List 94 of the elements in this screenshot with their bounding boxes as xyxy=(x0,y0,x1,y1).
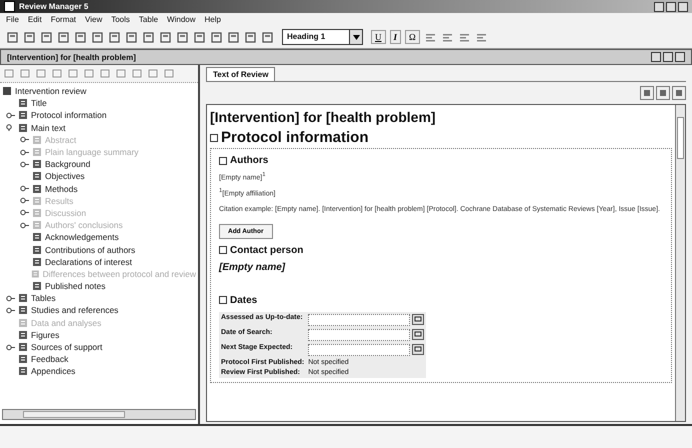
tree-item[interactable]: Sources of support xyxy=(31,342,102,352)
menu-item[interactable]: Window xyxy=(167,15,196,24)
document-icon xyxy=(18,318,28,328)
horizontal-scrollbar[interactable] xyxy=(2,409,196,420)
tool-icon[interactable] xyxy=(35,68,47,79)
tree-item[interactable]: Figures xyxy=(31,330,60,340)
section-heading: Protocol information xyxy=(221,129,368,146)
date-field[interactable] xyxy=(308,344,410,356)
document-icon xyxy=(32,147,42,158)
tree-item[interactable]: Methods xyxy=(45,184,78,194)
tree-item[interactable]: Declarations of interest xyxy=(45,256,132,267)
tree-item[interactable]: Published notes xyxy=(45,281,106,292)
tree-item[interactable]: Objectives xyxy=(45,171,85,182)
document-icon xyxy=(32,220,42,230)
expand-handle[interactable] xyxy=(6,294,15,302)
collapse-icon[interactable] xyxy=(210,134,218,142)
caret-icon xyxy=(352,34,360,40)
menu-item[interactable]: Table xyxy=(138,15,158,24)
document-icon xyxy=(32,134,42,145)
expand-handle[interactable] xyxy=(6,306,15,314)
window-controls-icon[interactable] xyxy=(651,52,685,62)
subsection-heading: Authors xyxy=(230,155,268,166)
document-title: [Intervention] for [health problem] xyxy=(7,52,136,62)
tool-icon[interactable] xyxy=(51,68,63,79)
menu-item[interactable]: Edit xyxy=(28,15,42,24)
calendar-icon[interactable] xyxy=(412,329,424,340)
format-button[interactable]: I xyxy=(390,30,402,44)
document-icon xyxy=(32,171,42,182)
document-icon xyxy=(32,208,42,218)
expand-handle[interactable] xyxy=(6,112,15,119)
window-title: Review Manager 5 xyxy=(19,2,88,11)
menu-item[interactable]: Format xyxy=(50,15,76,24)
document-icon xyxy=(32,159,42,170)
calendar-icon[interactable] xyxy=(412,344,424,356)
tree-item[interactable]: Tables xyxy=(31,293,56,304)
document-icon xyxy=(18,330,28,340)
format-button[interactable]: U xyxy=(371,30,386,44)
subsection-heading: Dates xyxy=(230,294,258,306)
tool-icon[interactable] xyxy=(115,68,127,79)
calendar-icon[interactable] xyxy=(412,314,424,326)
tool-icon[interactable] xyxy=(131,68,143,79)
document-icon xyxy=(18,354,28,364)
document-icon xyxy=(18,305,28,316)
tool-icon[interactable] xyxy=(99,68,111,79)
document-icon xyxy=(32,232,42,242)
subsection-heading: Contact person xyxy=(230,244,304,256)
review-title: [Intervention] for [health problem] xyxy=(210,109,437,125)
date-field[interactable] xyxy=(308,328,410,341)
document-icon xyxy=(18,293,28,304)
menu-item[interactable]: Tools xyxy=(111,15,130,24)
menu-item[interactable]: View xyxy=(85,15,102,24)
tree-item[interactable]: Acknowledgements xyxy=(45,232,119,242)
tree-item[interactable]: Appendices xyxy=(31,366,76,376)
tree-item[interactable]: Studies and references xyxy=(31,305,118,316)
collapse-icon[interactable] xyxy=(219,296,227,304)
document-icon xyxy=(32,281,42,292)
tool-icon[interactable] xyxy=(147,68,159,79)
menu-item[interactable]: File xyxy=(6,15,19,24)
tree-item[interactable]: Intervention review xyxy=(15,86,86,96)
document-icon xyxy=(18,110,28,120)
tab[interactable]: Text of Review xyxy=(206,67,276,81)
document-icon xyxy=(32,256,42,267)
tree-item[interactable]: Main text xyxy=(31,122,66,133)
document-icon xyxy=(18,342,28,352)
expand-handle[interactable] xyxy=(20,160,29,168)
tree-item[interactable]: Protocol information xyxy=(31,110,107,120)
collapse-icon[interactable] xyxy=(219,246,227,254)
collapse-icon[interactable] xyxy=(219,156,227,164)
document-icon xyxy=(32,244,42,255)
document-icon xyxy=(18,98,28,108)
style-dropdown[interactable]: Heading 1 xyxy=(282,29,363,45)
format-button[interactable]: Ω xyxy=(405,30,420,44)
expand-handle[interactable] xyxy=(20,185,29,192)
tree-item[interactable]: Contributions of authors xyxy=(45,244,136,255)
tool-icon[interactable] xyxy=(163,68,175,79)
date-field[interactable] xyxy=(308,314,410,326)
tree-item[interactable]: Title xyxy=(31,98,47,108)
document-icon xyxy=(32,184,42,194)
contact-name: [Empty name] xyxy=(219,262,286,273)
tree-item[interactable]: Background xyxy=(45,159,90,170)
tool-icon[interactable] xyxy=(19,68,31,79)
document-icon xyxy=(18,366,28,376)
document-icon xyxy=(18,122,28,133)
tool-icon[interactable] xyxy=(83,68,95,79)
menu-item[interactable]: Help xyxy=(204,15,221,24)
app-logo-icon xyxy=(4,1,15,12)
tree-item[interactable]: Feedback xyxy=(31,354,68,364)
vertical-scrollbar[interactable] xyxy=(675,105,685,421)
tool-icon[interactable] xyxy=(3,68,15,79)
document-icon xyxy=(32,196,42,206)
window-controls-icon[interactable] xyxy=(654,2,688,12)
document-icon xyxy=(30,268,40,279)
tool-icon[interactable] xyxy=(67,68,79,79)
expand-handle[interactable] xyxy=(6,344,15,351)
